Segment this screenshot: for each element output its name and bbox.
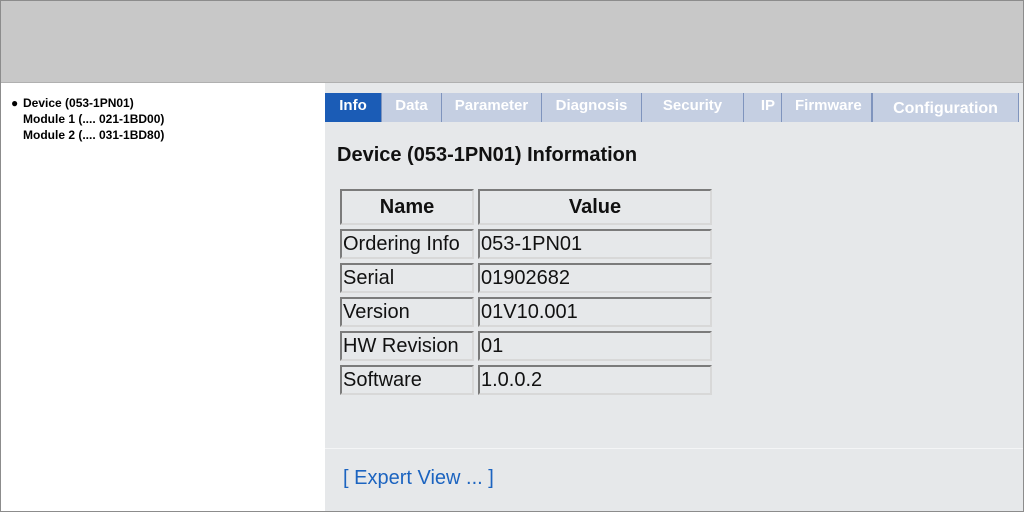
table-row: Software 1.0.0.2 xyxy=(340,365,712,395)
tree-item-label: Device (053-1PN01) xyxy=(23,96,134,110)
row-name-cell: Version xyxy=(340,297,474,327)
tab-ip[interactable]: IP xyxy=(744,93,782,122)
expert-view-link[interactable]: [ Expert View ... ] xyxy=(343,467,494,490)
row-value-cell: 1.0.0.2 xyxy=(478,365,712,395)
tab-data[interactable]: Data xyxy=(382,93,442,122)
tab-label: Parameter xyxy=(454,97,529,114)
tree-item-device[interactable]: ● Device (053-1PN01) xyxy=(11,95,311,111)
device-tree: ● Device (053-1PN01) Module 1 (.... 021-… xyxy=(11,95,311,143)
tab-label: IP xyxy=(760,97,775,114)
table-header-row: Name Value xyxy=(340,189,712,225)
info-table: Name Value Ordering Info 053-1PN01 Seria… xyxy=(336,185,716,399)
tab-label: Info xyxy=(339,97,367,114)
tree-item-module-2[interactable]: Module 2 (.... 031-1BD80) xyxy=(11,127,311,143)
tree-item-label: Module 2 (.... 031-1BD80) xyxy=(23,128,165,142)
tab-firmware[interactable]: Firmware xyxy=(782,93,872,122)
column-header-value: Value xyxy=(478,189,712,225)
table-row: Ordering Info 053-1PN01 xyxy=(340,229,712,259)
row-name-cell: Ordering Info xyxy=(340,229,474,259)
row-value-cell: 01 xyxy=(478,331,712,361)
tab-security[interactable]: Security xyxy=(642,93,744,122)
row-value-cell: 01V10.001 xyxy=(478,297,712,327)
row-value-cell: 01902682 xyxy=(478,263,712,293)
row-name-cell: Serial xyxy=(340,263,474,293)
tree-item-label: Module 1 (.... 021-1BD00) xyxy=(23,112,165,126)
column-header-name: Name xyxy=(340,189,474,225)
row-name-cell: Software xyxy=(340,365,474,395)
table-row: Serial 01902682 xyxy=(340,263,712,293)
table-row: HW Revision 01 xyxy=(340,331,712,361)
bullet-icon: ● xyxy=(11,96,19,110)
tab-info[interactable]: Info xyxy=(325,93,382,122)
tab-label: Diagnosis xyxy=(555,97,628,114)
tab-configuration[interactable]: Configuration xyxy=(872,93,1019,122)
tab-parameter[interactable]: Parameter xyxy=(442,93,542,122)
table-row: Version 01V10.001 xyxy=(340,297,712,327)
tab-diagnosis[interactable]: Diagnosis xyxy=(542,93,642,122)
section-divider xyxy=(325,448,1023,449)
tab-label: Configuration xyxy=(893,100,998,117)
row-name-cell: HW Revision xyxy=(340,331,474,361)
tree-item-module-1[interactable]: Module 1 (.... 021-1BD00) xyxy=(11,111,311,127)
page-title: Device (053-1PN01) Information xyxy=(337,144,638,166)
tab-bar: Info Data Parameter Diagnosis Security I… xyxy=(325,93,1019,122)
top-banner xyxy=(1,1,1023,83)
app-window: ● Device (053-1PN01) Module 1 (.... 021-… xyxy=(0,0,1024,512)
main-panel: Info Data Parameter Diagnosis Security I… xyxy=(325,83,1023,511)
tab-label: Security xyxy=(662,97,723,114)
tab-label: Firmware xyxy=(795,97,862,114)
row-value-cell: 053-1PN01 xyxy=(478,229,712,259)
tab-label: Data xyxy=(395,97,428,114)
